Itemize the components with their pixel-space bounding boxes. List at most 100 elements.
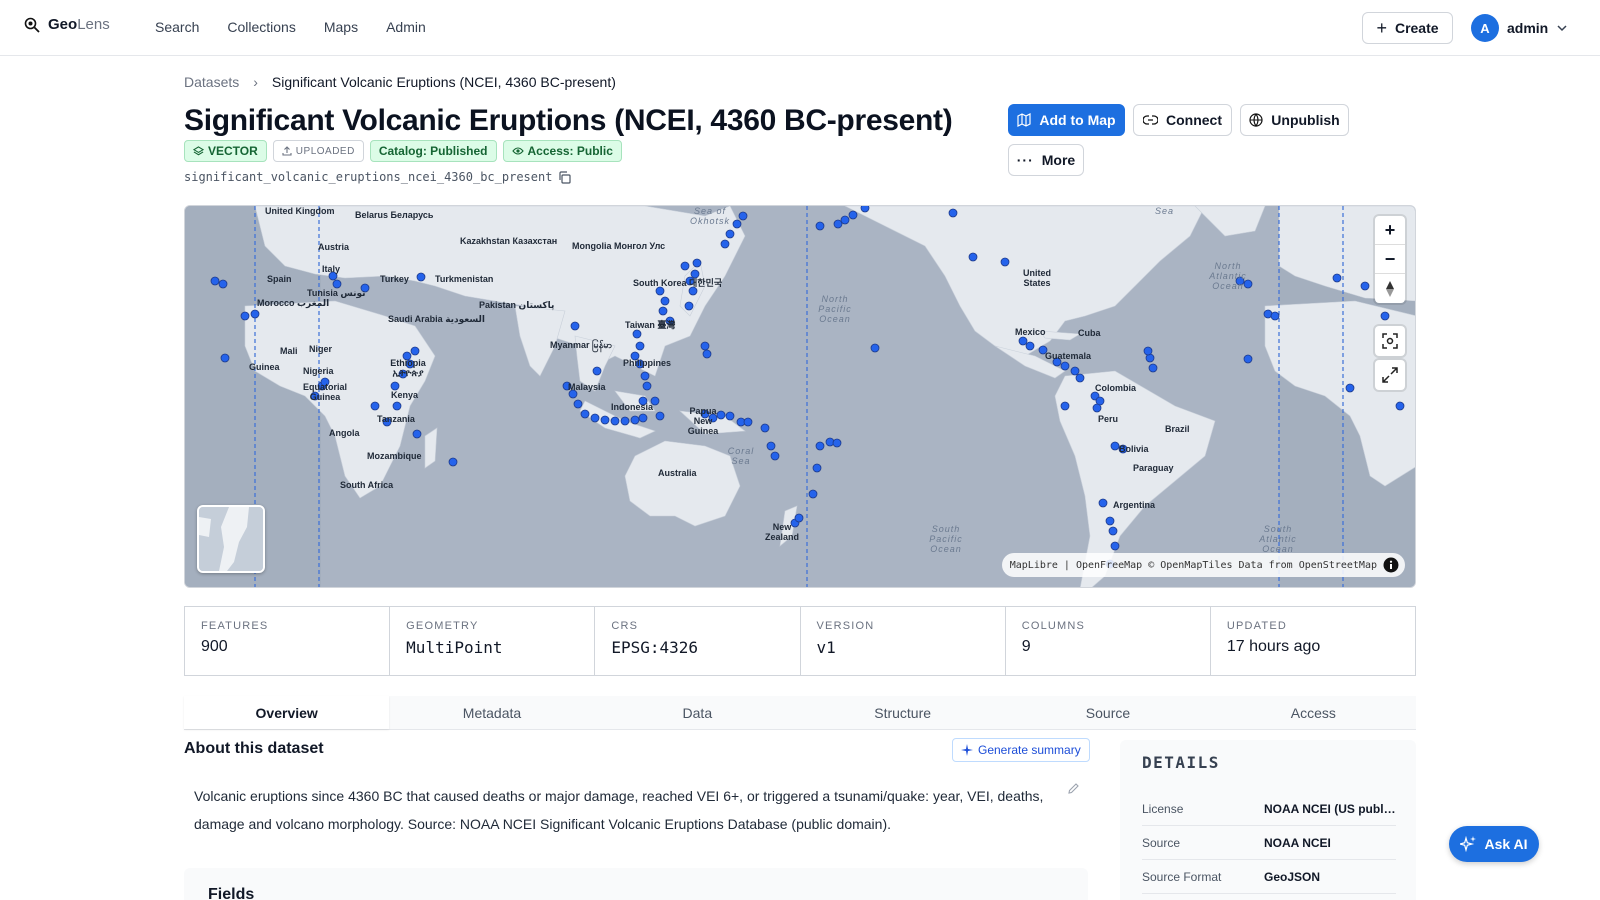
map-label-united-states: United States bbox=[1023, 268, 1051, 288]
zoom-out-button[interactable]: − bbox=[1375, 245, 1405, 274]
map-label-ethiopia: Ethiopia ኢትዮጵያ bbox=[390, 358, 426, 378]
app-logo[interactable]: GeoLens bbox=[24, 16, 110, 33]
stat-value: 900 bbox=[201, 638, 228, 655]
map-label-tunisia: Tunisia تونس bbox=[307, 288, 366, 298]
map-label-north-atlantic: North Atlantic Ocean bbox=[1209, 261, 1247, 291]
map-label-taiwan: Taiwan 臺灣 bbox=[625, 320, 676, 330]
map-label-uk: United Kingdom bbox=[265, 206, 335, 216]
nav-maps[interactable]: Maps bbox=[324, 19, 358, 35]
pencil-icon[interactable] bbox=[1067, 782, 1080, 795]
map-label-malaysia: Malaysia bbox=[568, 382, 606, 392]
stat-label: GEOMETRY bbox=[406, 620, 479, 632]
tab-data[interactable]: Data bbox=[595, 696, 800, 729]
zoom-in-button[interactable]: + bbox=[1375, 216, 1405, 245]
map-label-brazil: Brazil bbox=[1165, 424, 1190, 434]
breadcrumb-current: Significant Volcanic Eruptions (NCEI, 43… bbox=[271, 74, 616, 90]
map-label-peru: Peru bbox=[1098, 414, 1119, 424]
breadcrumb: Datasets › Significant Volcanic Eruption… bbox=[184, 74, 616, 90]
nav-search[interactable]: Search bbox=[155, 19, 199, 35]
map-label-south-pacific: South Pacific Ocean bbox=[929, 524, 963, 554]
about-description: Volcanic eruptions since 4360 BC that ca… bbox=[194, 788, 1044, 832]
stat-updated: UPDATED 17 hours ago bbox=[1211, 607, 1415, 675]
vector-badge: VECTOR bbox=[184, 140, 267, 162]
user-name: admin bbox=[1507, 20, 1549, 36]
main-nav: Search Collections Maps Admin bbox=[155, 19, 426, 35]
stat-value: 17 hours ago bbox=[1226, 638, 1321, 655]
tab-overview[interactable]: Overview bbox=[184, 696, 390, 729]
detail-value: NOAA NCEI (US publi... bbox=[1264, 801, 1396, 816]
stat-value: EPSG:4326 bbox=[611, 638, 699, 657]
detail-value: NOAA NCEI bbox=[1264, 835, 1331, 850]
fields-heading: Fields bbox=[208, 886, 255, 900]
uploaded-badge-label: UPLOADED bbox=[295, 145, 355, 157]
nav-admin[interactable]: Admin bbox=[386, 19, 426, 35]
map-label-guatemala: Guatemala bbox=[1045, 351, 1092, 361]
compass-button[interactable] bbox=[1375, 274, 1405, 303]
nav-collections[interactable]: Collections bbox=[227, 19, 295, 35]
generate-summary-label: Generate summary bbox=[978, 743, 1081, 757]
map-label-south-korea: South Korea 대한민국 bbox=[633, 278, 723, 288]
unpublish-label: Unpublish bbox=[1271, 112, 1340, 128]
tab-access[interactable]: Access bbox=[1211, 696, 1416, 729]
fields-card bbox=[184, 868, 1088, 900]
map-attribution: MapLibre | OpenFreeMap © OpenMapTiles Da… bbox=[1001, 553, 1405, 577]
ask-ai-button[interactable]: Ask AI bbox=[1449, 826, 1539, 862]
detail-key: License bbox=[1142, 801, 1184, 816]
map-label-morocco: Morocco المغرب bbox=[257, 298, 330, 308]
attribution-text: MapLibre | OpenFreeMap © OpenMapTiles Da… bbox=[1009, 559, 1377, 571]
stat-label: VERSION bbox=[816, 620, 875, 632]
create-button[interactable]: + Create bbox=[1362, 12, 1453, 44]
map-label-turkmenistan: Turkmenistan bbox=[435, 274, 494, 284]
map-label-south-africa: South Africa bbox=[340, 480, 394, 490]
details-heading: DETAILS bbox=[1142, 753, 1220, 772]
map-label-colombia: Colombia bbox=[1095, 383, 1137, 393]
user-menu[interactable]: A admin bbox=[1471, 14, 1568, 42]
generate-summary-button[interactable]: Generate summary bbox=[952, 738, 1090, 762]
connect-button[interactable]: Connect bbox=[1133, 104, 1232, 136]
map-label-niger: Niger bbox=[309, 344, 333, 354]
map-label-belarus: Belarus Беларусь bbox=[355, 210, 434, 220]
detail-key: Source Format bbox=[1142, 869, 1222, 884]
map-label-cuba: Cuba bbox=[1078, 328, 1101, 338]
map-label-spain: Spain bbox=[267, 274, 292, 284]
upload-icon bbox=[282, 146, 292, 156]
fit-bounds-button[interactable] bbox=[1375, 326, 1405, 356]
tab-structure[interactable]: Structure bbox=[800, 696, 1005, 729]
map-label-argentina: Argentina bbox=[1113, 500, 1156, 510]
dataset-tabs: Overview Metadata Data Structure Source … bbox=[184, 696, 1416, 730]
stat-value: 9 bbox=[1021, 638, 1031, 655]
unpublish-button[interactable]: Unpublish bbox=[1240, 104, 1349, 136]
link-icon bbox=[1143, 115, 1158, 125]
tab-source[interactable]: Source bbox=[1005, 696, 1210, 729]
minimap[interactable] bbox=[197, 505, 265, 573]
dataset-slug: significant_volcanic_eruptions_ncei_4360… bbox=[184, 170, 572, 184]
add-to-map-button[interactable]: Add to Map bbox=[1008, 104, 1125, 136]
map-label-equatorial-guinea: Equatorial Guinea bbox=[302, 382, 347, 402]
detail-key: Source bbox=[1142, 835, 1181, 850]
dataset-map[interactable]: United Kingdom Belarus Беларусь Austria … bbox=[184, 205, 1416, 588]
copy-icon[interactable] bbox=[558, 170, 572, 184]
more-button[interactable]: ··· More bbox=[1008, 144, 1084, 176]
fit-bounds-icon bbox=[1382, 333, 1398, 349]
catalog-status-badge: Catalog: Published bbox=[369, 140, 497, 162]
search-icon bbox=[24, 17, 40, 33]
compass-icon bbox=[1386, 280, 1394, 297]
map-label-philippines: Philippines bbox=[623, 358, 672, 368]
stat-features: FEATURES 900 bbox=[185, 607, 391, 675]
stat-version: VERSION v1 bbox=[801, 607, 1006, 675]
info-icon[interactable] bbox=[1383, 557, 1399, 573]
eye-icon bbox=[511, 147, 524, 155]
layers-icon bbox=[193, 145, 204, 155]
map-label-austria: Austria bbox=[318, 242, 350, 252]
avatar: A bbox=[1471, 14, 1499, 42]
stat-crs: CRS EPSG:4326 bbox=[595, 607, 801, 675]
fullscreen-button[interactable] bbox=[1375, 360, 1405, 390]
logo-text-geo: Geo bbox=[48, 16, 78, 33]
minimap-view bbox=[199, 507, 263, 571]
access-badge: Access: Public bbox=[502, 140, 622, 162]
breadcrumb-datasets[interactable]: Datasets bbox=[184, 74, 239, 90]
stat-geometry: GEOMETRY MultiPoint bbox=[390, 607, 596, 675]
tab-metadata[interactable]: Metadata bbox=[389, 696, 594, 729]
stat-columns: COLUMNS 9 bbox=[1006, 607, 1211, 675]
map-label-angola: Angola bbox=[329, 428, 360, 438]
